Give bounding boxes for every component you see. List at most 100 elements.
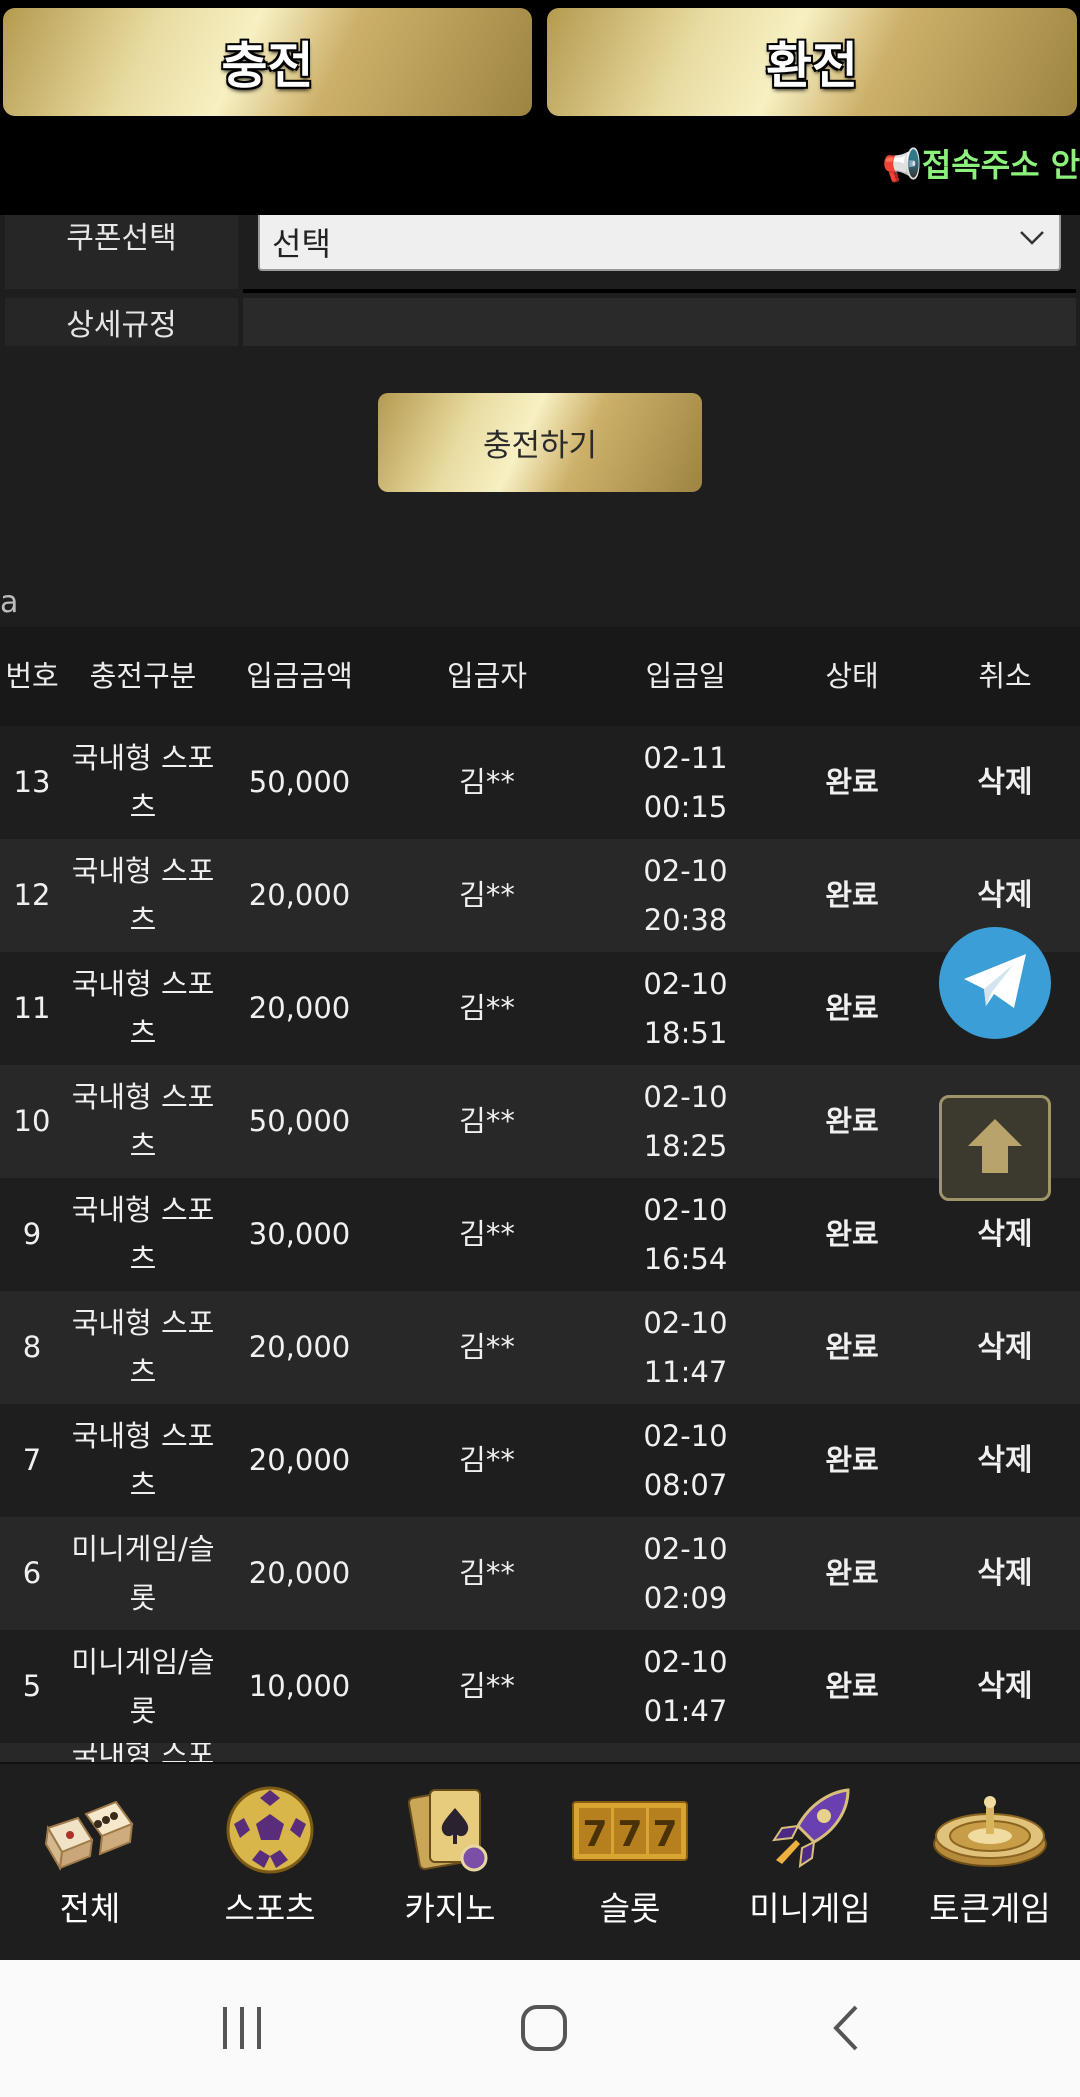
nav-item-minigame[interactable]: 미니게임: [720, 1764, 900, 1962]
row-depositor: 김**: [459, 1669, 515, 1703]
row-depositor: 김**: [459, 878, 515, 912]
row-status: 완료: [825, 1556, 879, 1590]
row-no: 9: [22, 1217, 42, 1251]
detail-rules-row: 상세규정: [0, 298, 1080, 346]
coupon-row: 쿠폰선택 선택: [0, 215, 1080, 295]
nav-label: 스포츠: [224, 1889, 316, 1928]
row-status: 완료: [825, 991, 879, 1025]
recents-icon: [219, 2003, 265, 2057]
playing-cards-icon: [400, 1780, 500, 1880]
row-amount: 20,000: [248, 878, 351, 912]
row-date: 02-10 02:09: [643, 1531, 728, 1615]
row-depositor: 김**: [459, 1330, 515, 1364]
row-type: 국내형 스포츠: [71, 853, 215, 937]
table-row: 국내형 스포: [0, 1743, 1080, 1762]
row-amount: 20,000: [248, 1556, 351, 1590]
row-amount: 50,000: [248, 1104, 351, 1138]
row-date: 02-10 18:25: [643, 1079, 728, 1163]
delete-button[interactable]: 삭제: [930, 1291, 1080, 1404]
nav-item-all[interactable]: 전체: [0, 1764, 180, 1962]
row-no: 6: [22, 1556, 42, 1590]
delete-button[interactable]: 삭제: [930, 726, 1080, 839]
row-type: 국내형 스포츠: [71, 1079, 215, 1163]
table-row: 8 국내형 스포츠 20,000 김** 02-10 11:47 완료 삭제: [0, 1291, 1080, 1404]
header-date: 입금일: [645, 659, 726, 693]
row-type: 국내형 스포츠: [71, 966, 215, 1050]
row-no: 13: [13, 765, 51, 799]
table-header: 번호 충전구분 입금금액 입금자 입금일 상태 취소: [0, 627, 1080, 726]
roulette-icon: [930, 1780, 1050, 1880]
header-depositor: 입금자: [446, 659, 528, 693]
row-depositor: 김**: [459, 1556, 515, 1590]
row-type: 국내형 스포츠: [71, 740, 215, 824]
row-amount: 20,000: [248, 1443, 351, 1477]
header-no: 번호: [5, 659, 59, 693]
row-type: 국내형 스포츠: [71, 1418, 215, 1502]
withdraw-tab[interactable]: 환전: [547, 8, 1077, 116]
nav-label: 카지노: [404, 1889, 496, 1928]
top-bar: 충전 환전 📢접속주소 안: [0, 0, 1080, 215]
delete-button[interactable]: 삭제: [930, 1630, 1080, 1743]
table-row: 11 국내형 스포츠 20,000 김** 02-10 18:51 완료: [0, 952, 1080, 1065]
row-status: 완료: [825, 1669, 879, 1703]
nav-item-casino[interactable]: 카지노: [360, 1764, 540, 1962]
row-amount: 50,000: [248, 765, 351, 799]
row-date: 02-10 16:54: [643, 1192, 728, 1276]
row-status: 완료: [825, 1217, 879, 1251]
row-depositor: 김**: [459, 1104, 515, 1138]
table-row: 9 국내형 스포츠 30,000 김** 02-10 16:54 완료 삭제: [0, 1178, 1080, 1291]
dice-icon: [40, 1780, 140, 1880]
row-no: 7: [22, 1443, 42, 1477]
back-button[interactable]: [796, 1990, 896, 2070]
row-date: 02-11 00:15: [643, 740, 728, 824]
header-type: 충전구분: [89, 659, 197, 693]
svg-text:7: 7: [582, 1814, 607, 1855]
row-status: 완료: [825, 878, 879, 912]
table-row: 6 미니게임/슬롯 20,000 김** 02-10 02:09 완료 삭제: [0, 1517, 1080, 1630]
row-no: 10: [13, 1104, 51, 1138]
notice-ticker-text: 📢접속주소 안: [882, 146, 1080, 184]
row-date: 02-10 11:47: [643, 1305, 728, 1389]
row-type: 미니게임/슬롯: [71, 1644, 215, 1728]
row-status: 완료: [825, 765, 879, 799]
deposit-tab[interactable]: 충전: [3, 8, 532, 116]
row-amount: 20,000: [248, 991, 351, 1025]
scroll-to-top-button[interactable]: [939, 1095, 1051, 1201]
section-mark: a: [0, 585, 19, 620]
coupon-select-value: 선택: [272, 225, 331, 263]
row-amount: 30,000: [248, 1217, 351, 1251]
system-nav-bar: [0, 1960, 1080, 2097]
row-no: 5: [22, 1669, 42, 1703]
coupon-label-text: 쿠폰선택: [66, 221, 177, 256]
coupon-select[interactable]: 선택: [258, 215, 1061, 271]
nav-label: 슬롯: [599, 1889, 661, 1928]
nav-item-token-game[interactable]: 토큰게임: [900, 1764, 1080, 1962]
detail-rules-label: 상세규정: [5, 298, 238, 346]
row-date: 02-10 08:07: [643, 1418, 728, 1502]
nav-item-sports[interactable]: 스포츠: [180, 1764, 360, 1962]
delete-button[interactable]: 삭제: [930, 1404, 1080, 1517]
arrow-up-icon: [964, 1115, 1026, 1181]
nav-label: 토큰게임: [929, 1889, 1051, 1928]
table-row: 13 국내형 스포츠 50,000 김** 02-11 00:15 완료 삭제: [0, 726, 1080, 839]
coupon-label: 쿠폰선택: [5, 215, 238, 289]
row-type: 미니게임/슬롯: [71, 1531, 215, 1615]
telegram-button[interactable]: [939, 927, 1051, 1039]
header-status: 상태: [825, 659, 879, 693]
row-no: 11: [13, 991, 51, 1025]
row-date: 02-10 20:38: [643, 853, 728, 937]
table-row: 10 국내형 스포츠 50,000 김** 02-10 18:25 완료: [0, 1065, 1080, 1178]
row-depositor: 김**: [459, 1443, 515, 1477]
home-button[interactable]: [494, 1990, 594, 2070]
header-cancel: 취소: [978, 659, 1032, 693]
recents-button[interactable]: [192, 1990, 292, 2070]
back-icon: [826, 2003, 866, 2057]
svg-text:7: 7: [652, 1814, 677, 1855]
header-amount: 입금금액: [246, 659, 353, 693]
row-no: 12: [13, 878, 51, 912]
row-no: 8: [22, 1330, 42, 1364]
delete-button[interactable]: 삭제: [930, 1517, 1080, 1630]
table-row: 7 국내형 스포츠 20,000 김** 02-10 08:07 완료 삭제: [0, 1404, 1080, 1517]
nav-item-slot[interactable]: 7 7 7 슬롯: [540, 1764, 720, 1962]
charge-submit-button[interactable]: 충전하기: [378, 393, 702, 492]
